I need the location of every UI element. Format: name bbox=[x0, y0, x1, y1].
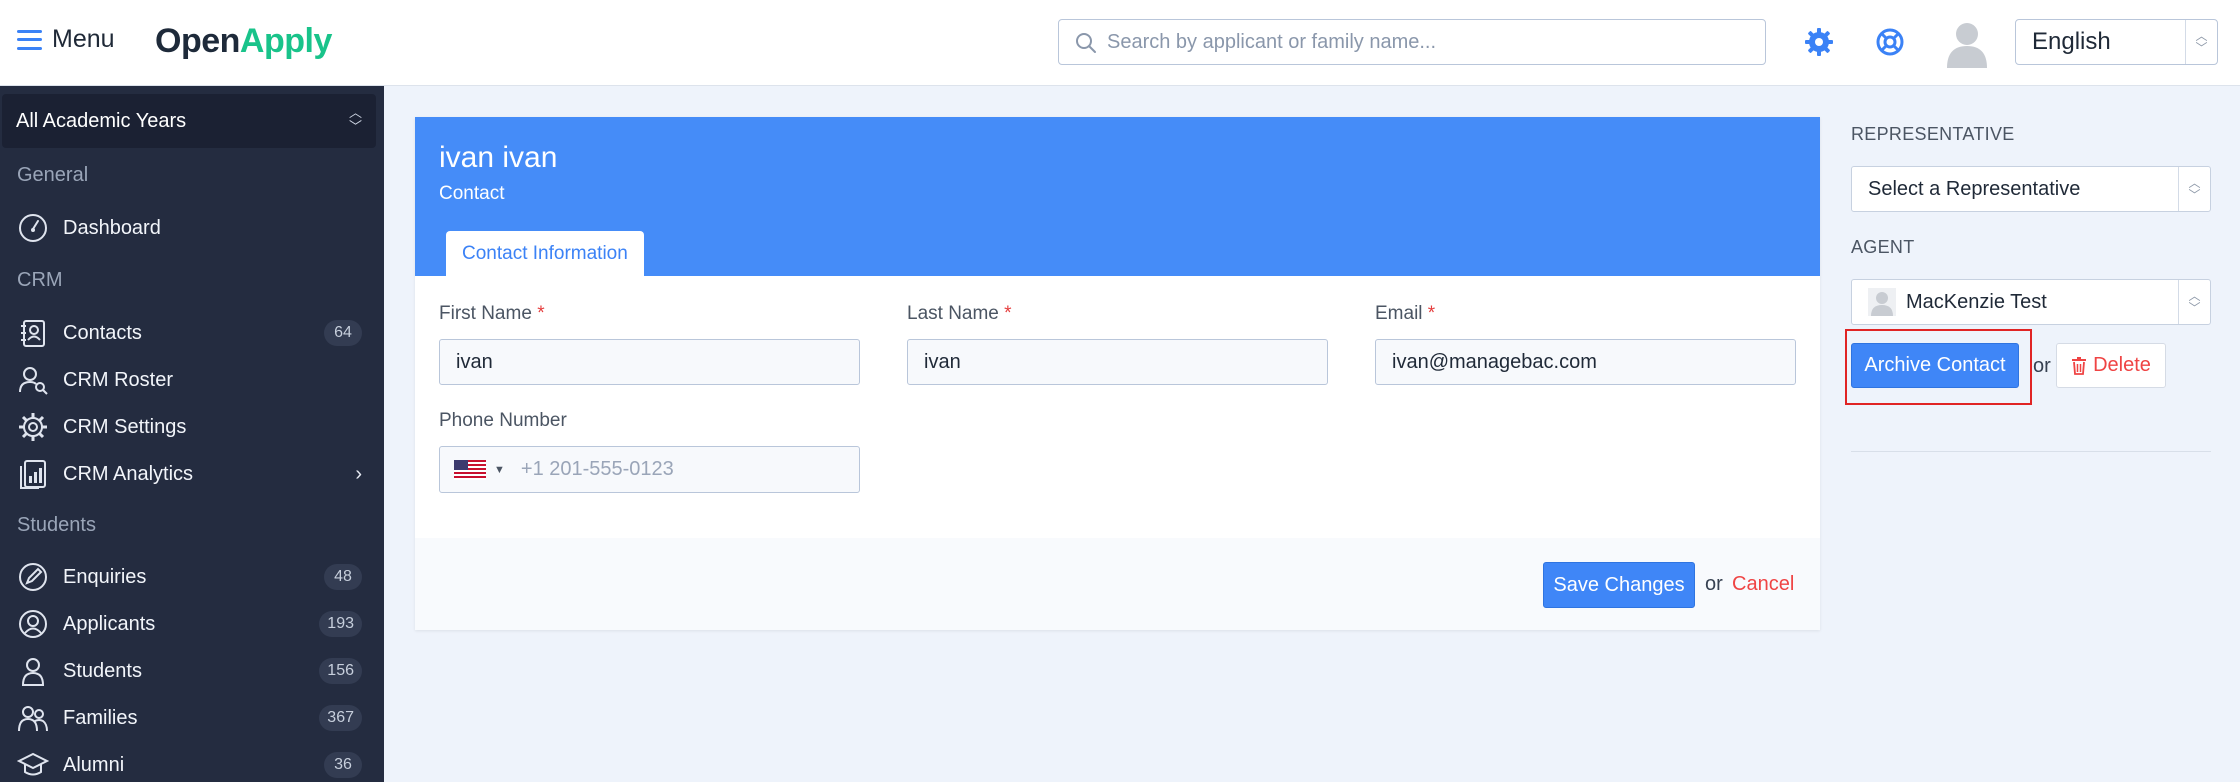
select-arrows-icon: ︿ ﹀ bbox=[2178, 167, 2210, 211]
count-badge: 64 bbox=[324, 320, 362, 346]
contact-card: ivan ivan Contact Contact Information Fi… bbox=[415, 117, 1820, 630]
search-input[interactable] bbox=[1107, 30, 1765, 54]
select-arrows-icon: ︿ ﹀ bbox=[2185, 20, 2217, 64]
menu-button[interactable]: Menu bbox=[17, 25, 115, 54]
agent-label: AGENT bbox=[1851, 237, 1915, 257]
dashboard-icon bbox=[16, 211, 50, 245]
agent-value: MacKenzie Test bbox=[1906, 290, 2047, 313]
email-field[interactable] bbox=[1375, 339, 1796, 385]
tab-contact-information[interactable]: Contact Information bbox=[446, 231, 644, 276]
help-lifebuoy-icon[interactable] bbox=[1873, 25, 1907, 59]
count-badge: 48 bbox=[324, 564, 362, 590]
sidebar: All Academic Years ︿ ﹀ General Dashboard … bbox=[0, 86, 384, 782]
save-changes-button[interactable]: Save Changes bbox=[1543, 562, 1695, 608]
search-icon bbox=[1076, 33, 1096, 53]
sidebar-item-applicants[interactable]: Applicants 193 bbox=[0, 603, 384, 645]
sidebar-item-label: Dashboard bbox=[63, 216, 161, 239]
last-name-field[interactable] bbox=[907, 339, 1328, 385]
section-label-general: General bbox=[17, 164, 89, 186]
contact-type: Contact bbox=[439, 183, 505, 204]
count-badge: 156 bbox=[319, 658, 362, 684]
sidebar-item-alumni[interactable]: Alumni 36 bbox=[0, 744, 384, 782]
top-bar: Menu OpenApply English ︿﹀ bbox=[0, 0, 2240, 86]
first-name-field[interactable] bbox=[439, 339, 860, 385]
caret-down-icon[interactable]: ▼ bbox=[494, 464, 505, 476]
section-label-students: Students bbox=[17, 514, 96, 536]
card-footer: Save Changes or Cancel bbox=[415, 538, 1820, 630]
sidebar-item-label: CRM Settings bbox=[63, 415, 187, 438]
alumni-icon bbox=[16, 748, 50, 782]
email-label: Email * bbox=[1375, 303, 1436, 324]
settings-gear-icon[interactable] bbox=[1802, 25, 1836, 59]
sidebar-item-families[interactable]: Families 367 bbox=[0, 697, 384, 739]
sidebar-item-label: Contacts bbox=[63, 321, 142, 344]
contacts-icon bbox=[16, 316, 50, 350]
trash-icon bbox=[2072, 356, 2087, 375]
count-badge: 367 bbox=[319, 705, 362, 731]
representative-select[interactable]: Select a Representative ︿ ﹀ bbox=[1851, 166, 2211, 212]
openapply-logo[interactable]: OpenApply bbox=[155, 22, 332, 61]
sidebar-item-label: Enquiries bbox=[63, 565, 147, 588]
sidebar-item-label: Applicants bbox=[63, 612, 156, 635]
enquiries-icon bbox=[16, 560, 50, 594]
sidebar-item-students[interactable]: Students 156 bbox=[0, 650, 384, 692]
delete-button[interactable]: Delete bbox=[2056, 343, 2166, 388]
hamburger-icon bbox=[17, 29, 42, 50]
roster-icon bbox=[16, 363, 50, 397]
agent-avatar-icon bbox=[1868, 288, 1896, 316]
or-text: or bbox=[2033, 355, 2051, 377]
agent-select[interactable]: MacKenzie Test ︿ ﹀ bbox=[1851, 279, 2211, 325]
divider bbox=[1851, 451, 2211, 452]
academic-year-select[interactable]: All Academic Years ︿ ﹀ bbox=[2, 94, 376, 148]
sidebar-item-enquiries[interactable]: Enquiries 48 bbox=[0, 556, 384, 598]
sidebar-item-contacts[interactable]: Contacts 64 bbox=[0, 312, 384, 354]
settings-gear-icon bbox=[16, 410, 50, 444]
search-box[interactable] bbox=[1058, 19, 1766, 65]
sidebar-item-label: CRM Roster bbox=[63, 368, 174, 391]
chevron-right-icon: › bbox=[355, 462, 362, 485]
applicants-icon bbox=[16, 607, 50, 641]
cancel-link[interactable]: Cancel bbox=[1732, 573, 1794, 596]
phone-number-label: Phone Number bbox=[439, 410, 567, 431]
students-icon bbox=[16, 654, 50, 688]
phone-number-field: ▼ bbox=[439, 446, 860, 493]
or-text: or bbox=[1705, 573, 1723, 595]
representative-value: Select a Representative bbox=[1868, 177, 2081, 200]
language-value: English bbox=[2032, 28, 2111, 55]
sidebar-item-label: Students bbox=[63, 659, 142, 682]
contact-name: ivan ivan bbox=[439, 141, 558, 174]
sidebar-item-crm-settings[interactable]: CRM Settings bbox=[0, 406, 384, 448]
menu-label: Menu bbox=[52, 25, 115, 53]
us-flag-icon[interactable] bbox=[454, 459, 486, 480]
user-avatar-icon[interactable] bbox=[1942, 18, 1992, 68]
section-label-crm: CRM bbox=[17, 269, 63, 291]
sidebar-item-dashboard[interactable]: Dashboard bbox=[0, 207, 384, 249]
sidebar-item-label: Alumni bbox=[63, 753, 125, 776]
logo-text-open: Open bbox=[155, 22, 240, 60]
logo-text-apply: Apply bbox=[239, 22, 332, 60]
phone-input[interactable] bbox=[520, 458, 821, 481]
delete-label: Delete bbox=[2093, 354, 2151, 376]
language-select[interactable]: English ︿ ﹀ bbox=[2015, 19, 2218, 65]
select-arrows-icon: ︿ ﹀ bbox=[2178, 280, 2210, 324]
card-header: ivan ivan Contact Contact Information bbox=[415, 117, 1820, 276]
sidebar-item-label: CRM Analytics bbox=[63, 462, 194, 485]
count-badge: 193 bbox=[319, 611, 362, 637]
families-icon bbox=[16, 701, 50, 735]
sidebar-item-crm-analytics[interactable]: CRM Analytics › bbox=[0, 453, 384, 495]
archive-contact-button[interactable]: Archive Contact bbox=[1851, 343, 2019, 388]
academic-year-value: All Academic Years bbox=[16, 109, 187, 132]
analytics-icon bbox=[16, 457, 50, 491]
last-name-label: Last Name * bbox=[907, 303, 1012, 324]
representative-label: REPRESENTATIVE bbox=[1851, 124, 2015, 144]
sidebar-item-crm-roster[interactable]: CRM Roster bbox=[0, 359, 384, 401]
select-arrows-icon: ︿ ﹀ bbox=[348, 105, 362, 134]
count-badge: 36 bbox=[324, 752, 362, 778]
first-name-label: First Name * bbox=[439, 303, 545, 324]
sidebar-item-label: Families bbox=[63, 706, 138, 729]
